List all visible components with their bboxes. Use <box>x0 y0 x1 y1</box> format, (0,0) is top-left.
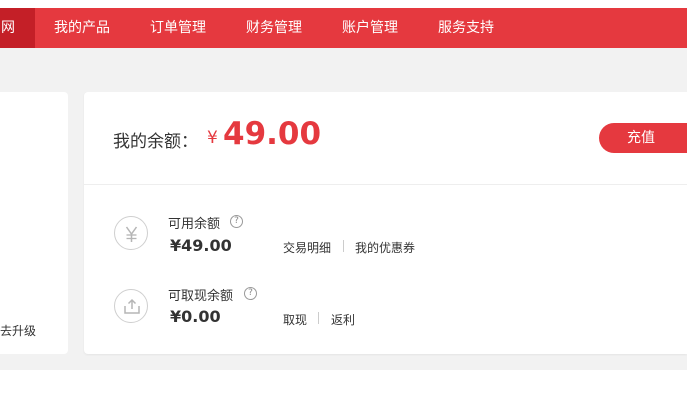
withdrawable-balance-title: 可取现余额 <box>168 289 234 304</box>
available-balance-title: 可用余额 <box>168 217 221 232</box>
yen-icon <box>114 216 148 250</box>
nav-item-finance-management[interactable]: 财务管理 <box>246 8 302 48</box>
link-separator <box>343 240 344 252</box>
withdrawable-balance-value: ¥0.00 <box>170 307 221 326</box>
upload-icon <box>114 289 148 323</box>
nav-item-order-management[interactable]: 订单管理 <box>150 8 206 48</box>
account-level-card <box>0 92 68 354</box>
balance-amount: 49.00 <box>223 116 322 152</box>
currency-symbol: ¥ <box>207 128 218 148</box>
link-separator <box>318 312 319 324</box>
rebate-link[interactable]: 返利 <box>331 311 355 328</box>
balance-label: 我的余额： <box>113 132 198 152</box>
nav-home-link[interactable]: 网 <box>0 8 35 48</box>
top-navigation-bar: 网 我的产品 订单管理 财务管理 账户管理 服务支持 <box>0 8 687 48</box>
recharge-button[interactable]: 充值 <box>599 123 687 153</box>
upgrade-link[interactable]: 去升级 <box>0 322 36 339</box>
nav-item-account-management[interactable]: 账户管理 <box>342 8 398 48</box>
withdrawable-help-icon[interactable]: ? <box>244 287 257 300</box>
transaction-details-link[interactable]: 交易明细 <box>283 239 331 256</box>
nav-item-my-products[interactable]: 我的产品 <box>54 8 110 48</box>
card-divider <box>84 184 687 185</box>
nav-item-service-support[interactable]: 服务支持 <box>438 8 494 48</box>
available-balance-value: ¥49.00 <box>170 236 232 255</box>
available-help-icon[interactable]: ? <box>230 215 243 228</box>
my-coupons-link[interactable]: 我的优惠券 <box>355 239 415 256</box>
withdraw-link[interactable]: 取现 <box>283 311 307 328</box>
